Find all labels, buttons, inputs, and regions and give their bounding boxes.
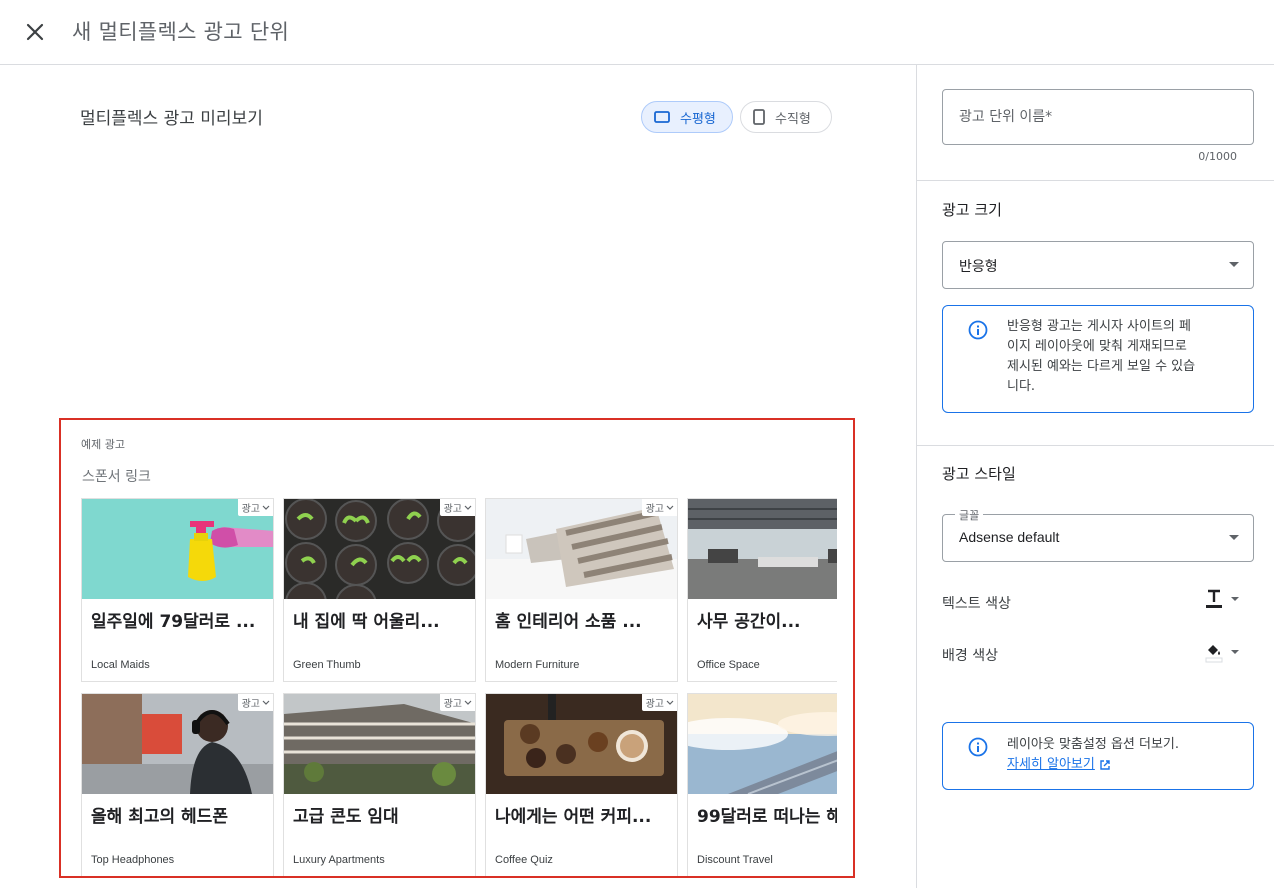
info-line: 제시된 예와는 다르게 보일 수 있습 [1007, 359, 1196, 374]
horizontal-orientation-chip[interactable]: 수평형 [641, 101, 733, 133]
caret-down-icon [1231, 650, 1239, 654]
layout-info-box: 레이아웃 맞춤설정 옵션 더보기. 자세히 알아보기 [942, 722, 1254, 790]
ad-style-title: 광고 스타일 [942, 465, 1016, 483]
example-ads-label: 예제 광고 [81, 438, 125, 451]
page-title: 새 멀티플렉스 광고 단위 [72, 20, 290, 44]
ad-card[interactable]: 광고 고급 콘도 임대 Luxury Apartments [283, 693, 476, 876]
ad-card[interactable]: 광고 나에게는 어떤 커피... Coffee Quiz [485, 693, 678, 876]
ad-tag-label: 광고 [443, 699, 462, 710]
chevron-down-icon [464, 505, 472, 510]
dropdown-arrow-icon [1229, 535, 1239, 540]
horizontal-orientation-label: 수평형 [680, 111, 716, 127]
ad-card[interactable]: 광고 올해 최고의 헤드폰 Top Headphones [81, 693, 274, 876]
sponsored-links-label: 스폰서 링크 [82, 469, 151, 485]
ad-choices-tag[interactable]: 광고 [237, 694, 273, 711]
ad-card[interactable]: 광고 홈 인테리어 소품 ... Modern Furniture [485, 498, 678, 682]
ad-unit-name-input[interactable]: 광고 단위 이름* [942, 89, 1254, 145]
info-line: 반응형 광고는 게시자 사이트의 페 [1007, 319, 1191, 334]
ad-choices-tag[interactable]: 광고 [641, 499, 677, 516]
external-link-icon [1100, 760, 1110, 770]
ad-card[interactable]: 광고 내 집에 딱 어울리... Green Thumb [283, 498, 476, 682]
info-line: 니다. [1007, 379, 1036, 394]
text-color-icon [1206, 589, 1222, 608]
ad-tag-label: 광고 [443, 504, 462, 515]
close-button[interactable] [22, 19, 48, 45]
ad-brand: Luxury Apartments [293, 854, 385, 866]
example-ads-frame: 예제 광고 스폰서 링크 광고 일주일에 79달러로 ... Local Mai… [59, 418, 855, 878]
ad-brand: Discount Travel [697, 854, 773, 866]
ad-headline: 99달러로 떠나는 해 [697, 807, 837, 827]
ad-headline: 홈 인테리어 소품 ... [495, 612, 642, 632]
ad-brand: Modern Furniture [495, 659, 580, 671]
text-color-label: 텍스트 색상 [942, 596, 1011, 612]
info-icon [968, 737, 988, 761]
divider [917, 445, 1274, 446]
ad-choices-tag[interactable]: 광고 [439, 694, 475, 711]
ad-image-office [688, 499, 837, 599]
horizontal-layout-icon [654, 111, 670, 123]
ad-image-airplane [688, 694, 837, 794]
chevron-down-icon [262, 505, 270, 510]
ad-tag-label: 광고 [241, 699, 260, 710]
info-icon [968, 320, 988, 344]
text-color-picker[interactable] [1205, 589, 1239, 609]
chevron-down-icon [464, 700, 472, 705]
ad-brand: Coffee Quiz [495, 854, 553, 866]
ad-headline: 사무 공간이... [697, 612, 801, 632]
ad-card[interactable]: 광고 일주일에 79달러로 ... Local Maids [81, 498, 274, 682]
ad-size-title: 광고 크기 [942, 201, 1002, 219]
background-color-row: 배경 색상 [942, 639, 1254, 669]
chevron-down-icon [666, 700, 674, 705]
ad-card[interactable]: 사무 공간이... Office Space [687, 498, 837, 682]
ad-brand: Top Headphones [91, 854, 175, 866]
ad-brand: Green Thumb [293, 659, 361, 671]
dropdown-arrow-icon [1229, 262, 1239, 267]
layout-info-line: 레이아웃 맞춤설정 옵션 더보기. [1007, 737, 1180, 752]
ad-headline: 올해 최고의 헤드폰 [91, 807, 228, 827]
settings-panel: 광고 단위 이름* 0/1000 광고 크기 반응형 반응형 광고는 게시자 사… [916, 65, 1274, 888]
ad-size-select[interactable]: 반응형 [942, 241, 1254, 289]
ad-choices-tag[interactable]: 광고 [439, 499, 475, 516]
layout-info-text: 레이아웃 맞춤설정 옵션 더보기. 자세히 알아보기 [1007, 735, 1179, 775]
ad-choices-tag[interactable]: 광고 [237, 499, 273, 516]
vertical-orientation-label: 수직형 [775, 111, 811, 127]
top-bar: 새 멀티플렉스 광고 단위 [0, 0, 1274, 65]
ad-headline: 나에게는 어떤 커피... [495, 807, 652, 827]
ad-tag-label: 광고 [645, 699, 664, 710]
fill-color-icon [1205, 645, 1223, 663]
caret-down-icon [1231, 597, 1239, 601]
ad-unit-name-placeholder: 광고 단위 이름* [959, 109, 1053, 125]
responsive-info-box: 반응형 광고는 게시자 사이트의 페 이지 레이아웃에 맞춰 게재되므로 제시된… [942, 305, 1254, 413]
ad-choices-tag[interactable]: 광고 [641, 694, 677, 711]
chevron-down-icon [262, 700, 270, 705]
ad-size-value: 반응형 [959, 259, 998, 275]
ad-brand: Office Space [697, 659, 760, 671]
font-select[interactable]: 글꼴 Adsense default [942, 507, 1254, 562]
font-value: Adsense default [959, 529, 1060, 545]
ad-grid: 광고 일주일에 79달러로 ... Local Maids 광고 내 집에 딱 … [81, 498, 837, 876]
learn-more-link[interactable]: 자세히 알아보기 [1007, 755, 1111, 775]
ad-brand: Local Maids [91, 659, 150, 671]
background-color-picker[interactable] [1205, 641, 1239, 663]
vertical-orientation-chip[interactable]: 수직형 [740, 101, 832, 133]
ad-tag-label: 광고 [645, 504, 664, 515]
ad-headline: 고급 콘도 임대 [293, 807, 399, 827]
chevron-down-icon [666, 505, 674, 510]
close-icon [26, 23, 44, 41]
learn-more-label: 자세히 알아보기 [1007, 757, 1095, 772]
ad-card[interactable]: 99달러로 떠나는 해 Discount Travel [687, 693, 837, 876]
divider [917, 180, 1274, 181]
info-line: 이지 레이아웃에 맞춰 게재되므로 [1007, 339, 1187, 354]
ad-tag-label: 광고 [241, 504, 260, 515]
preview-title: 멀티플렉스 광고 미리보기 [80, 109, 263, 129]
text-color-row: 텍스트 색상 [942, 587, 1254, 617]
ad-headline: 내 집에 딱 어울리... [293, 612, 440, 632]
vertical-layout-icon [753, 109, 765, 125]
background-color-label: 배경 색상 [942, 648, 998, 664]
ad-headline: 일주일에 79달러로 ... [91, 612, 256, 632]
responsive-info-text: 반응형 광고는 게시자 사이트의 페 이지 레이아웃에 맞춰 게재되므로 제시된… [1007, 317, 1195, 397]
preview-panel: 멀티플렉스 광고 미리보기 수평형 수직형 예제 광고 스폰서 링크 광고 일주… [0, 65, 916, 888]
character-counter: 0/1000 [1198, 150, 1237, 163]
font-label: 글꼴 [955, 507, 984, 523]
